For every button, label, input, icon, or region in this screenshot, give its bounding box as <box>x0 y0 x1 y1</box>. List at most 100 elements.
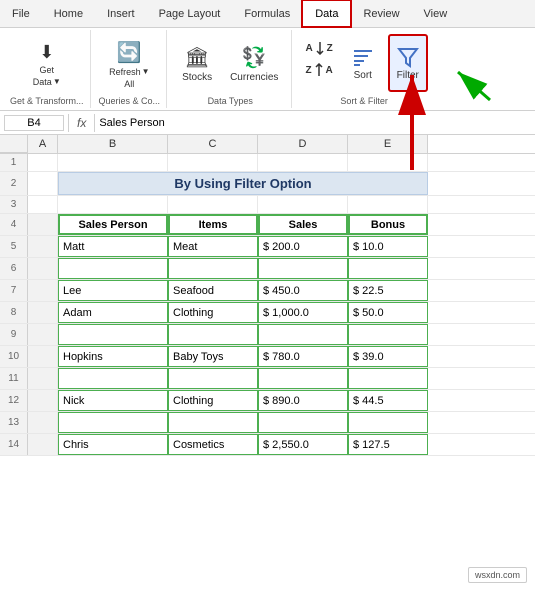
tab-home[interactable]: Home <box>42 0 95 27</box>
cell-d5[interactable]: $ 200.0 <box>258 236 348 257</box>
row-8: 8 Adam Clothing $ 1,000.0 $ 50.0 <box>0 302 535 324</box>
cell-c4-header[interactable]: Items <box>168 214 258 235</box>
cell-a4[interactable] <box>28 214 58 235</box>
tab-data[interactable]: Data <box>302 0 351 27</box>
tab-page-layout[interactable]: Page Layout <box>147 0 233 27</box>
row-13: 13 <box>0 412 535 434</box>
cell-e10[interactable]: $ 39.0 <box>348 346 428 367</box>
tab-insert[interactable]: Insert <box>95 0 147 27</box>
cell-e4-header[interactable]: Bonus <box>348 214 428 235</box>
cell-e7[interactable]: $ 22.5 <box>348 280 428 301</box>
cell-a8[interactable] <box>28 302 58 323</box>
cell-d12[interactable]: $ 890.0 <box>258 390 348 411</box>
cell-d7[interactable]: $ 450.0 <box>258 280 348 301</box>
tab-file[interactable]: File <box>0 0 42 27</box>
cell-c13[interactable] <box>168 412 258 433</box>
cell-b3[interactable] <box>58 196 168 214</box>
cell-c14[interactable]: Cosmetics <box>168 434 258 455</box>
cell-b14[interactable]: Chris <box>58 434 168 455</box>
cell-d11[interactable] <box>258 368 348 389</box>
currencies-button[interactable]: 💱 Currencies <box>223 35 285 93</box>
row-num-1: 1 <box>0 154 28 171</box>
cell-e5[interactable]: $ 10.0 <box>348 236 428 257</box>
cell-b10[interactable]: Hopkins <box>58 346 168 367</box>
tab-formulas[interactable]: Formulas <box>232 0 302 27</box>
data-types-group: 🏛 Stocks 💱 Currencies Data Types <box>169 30 292 108</box>
tab-view[interactable]: View <box>412 0 460 27</box>
cell-a6[interactable] <box>28 258 58 279</box>
cell-b9[interactable] <box>58 324 168 345</box>
cell-reference[interactable] <box>4 115 64 131</box>
cell-a7[interactable] <box>28 280 58 301</box>
cell-c10[interactable]: Baby Toys <box>168 346 258 367</box>
cell-e3[interactable] <box>348 196 428 214</box>
cell-a1[interactable] <box>28 154 58 172</box>
cell-e6[interactable] <box>348 258 428 279</box>
row-num-6: 6 <box>0 258 28 279</box>
cell-a9[interactable] <box>28 324 58 345</box>
cell-b1[interactable] <box>58 154 168 172</box>
cell-b6[interactable] <box>58 258 168 279</box>
col-header-c[interactable]: C <box>168 135 258 153</box>
cell-a11[interactable] <box>28 368 58 389</box>
row-2: 2 By Using Filter Option <box>0 172 535 196</box>
cell-e11[interactable] <box>348 368 428 389</box>
refresh-icon: 🔄 <box>117 40 142 65</box>
formula-input[interactable] <box>99 117 531 129</box>
tab-review[interactable]: Review <box>351 0 411 27</box>
sort-button[interactable]: Sort <box>344 34 382 92</box>
cell-a10[interactable] <box>28 346 58 367</box>
cell-e14[interactable]: $ 127.5 <box>348 434 428 455</box>
cell-a14[interactable] <box>28 434 58 455</box>
cell-d9[interactable] <box>258 324 348 345</box>
cell-a5[interactable] <box>28 236 58 257</box>
cell-c5[interactable]: Meat <box>168 236 258 257</box>
cell-c1[interactable] <box>168 154 258 172</box>
formula-bar: fx <box>0 111 535 135</box>
col-header-d[interactable]: D <box>258 135 348 153</box>
cell-a3[interactable] <box>28 196 58 214</box>
cell-c9[interactable] <box>168 324 258 345</box>
cell-b2-title[interactable]: By Using Filter Option <box>58 172 428 195</box>
cell-e12[interactable]: $ 44.5 <box>348 390 428 411</box>
get-data-button[interactable]: ⬇ Get Data ▼ <box>26 35 68 93</box>
cell-b13[interactable] <box>58 412 168 433</box>
stocks-button[interactable]: 🏛 Stocks <box>175 35 219 93</box>
cell-d14[interactable]: $ 2,550.0 <box>258 434 348 455</box>
cell-c11[interactable] <box>168 368 258 389</box>
cell-e13[interactable] <box>348 412 428 433</box>
filter-button[interactable]: Filter <box>388 34 428 92</box>
cell-d8[interactable]: $ 1,000.0 <box>258 302 348 323</box>
cell-b7[interactable]: Lee <box>58 280 168 301</box>
cell-a12[interactable] <box>28 390 58 411</box>
cell-b4-header[interactable]: Sales Person <box>58 214 168 235</box>
cell-c7[interactable]: Seafood <box>168 280 258 301</box>
sort-za-button[interactable]: Z A <box>300 60 337 80</box>
col-header-a[interactable]: A <box>28 135 58 153</box>
cell-b5[interactable]: Matt <box>58 236 168 257</box>
row-14: 14 Chris Cosmetics $ 2,550.0 $ 127.5 <box>0 434 535 456</box>
cell-d13[interactable] <box>258 412 348 433</box>
sort-az-button[interactable]: A Z <box>300 38 337 58</box>
col-header-e[interactable]: E <box>348 135 428 153</box>
cell-a2[interactable] <box>28 172 58 195</box>
cell-b11[interactable] <box>58 368 168 389</box>
cell-e1[interactable] <box>348 154 428 172</box>
cell-b12[interactable]: Nick <box>58 390 168 411</box>
cell-c3[interactable] <box>168 196 258 214</box>
row-num-3: 3 <box>0 196 28 213</box>
cell-e9[interactable] <box>348 324 428 345</box>
cell-e8[interactable]: $ 50.0 <box>348 302 428 323</box>
cell-d4-header[interactable]: Sales <box>258 214 348 235</box>
cell-b8[interactable]: Adam <box>58 302 168 323</box>
col-header-b[interactable]: B <box>58 135 168 153</box>
cell-d10[interactable]: $ 780.0 <box>258 346 348 367</box>
refresh-all-button[interactable]: 🔄 Refresh ▼ All <box>102 35 156 93</box>
cell-c8[interactable]: Clothing <box>168 302 258 323</box>
cell-c12[interactable]: Clothing <box>168 390 258 411</box>
cell-d3[interactable] <box>258 196 348 214</box>
cell-d6[interactable] <box>258 258 348 279</box>
cell-d1[interactable] <box>258 154 348 172</box>
cell-c6[interactable] <box>168 258 258 279</box>
cell-a13[interactable] <box>28 412 58 433</box>
